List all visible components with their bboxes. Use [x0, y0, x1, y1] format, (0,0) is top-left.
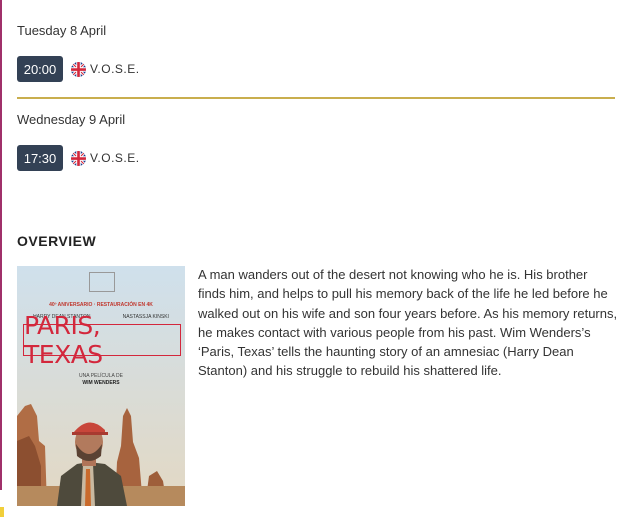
day-label-wednesday: Wednesday 9 April — [17, 112, 126, 127]
showtime-button-2000[interactable]: 20:00 — [17, 56, 63, 82]
poster-film-title: PARIS, TEXAS — [23, 311, 181, 369]
session-row-1: 20:00 V.O.S.E. — [17, 56, 140, 82]
poster-credit-line: UNA PELÍCULA DE — [79, 373, 123, 379]
poster-subtitle: 40º ANIVERSARIO · RESTAURACIÓN EN 4K — [49, 302, 153, 308]
overview-description: A man wanders out of the desert not know… — [198, 267, 618, 379]
language-label: V.O.S.E. — [90, 62, 140, 76]
day-label-tuesday: Tuesday 8 April — [17, 23, 107, 38]
overview-heading: OVERVIEW — [17, 233, 97, 249]
uk-flag-icon — [71, 61, 86, 77]
session-row-2: 17:30 V.O.S.E. — [17, 145, 140, 171]
corner-accent — [0, 507, 4, 517]
poster-director: WIM WENDERS — [82, 380, 120, 386]
language-label: V.O.S.E. — [90, 151, 140, 165]
film-poster: 40º ANIVERSARIO · RESTAURACIÓN EN 4K HAR… — [17, 266, 185, 506]
uk-flag-icon — [71, 150, 86, 166]
divider — [17, 97, 615, 99]
left-accent-bar — [0, 0, 2, 490]
showtime-button-1730[interactable]: 17:30 — [17, 145, 63, 171]
poster-festival-logo — [89, 272, 115, 292]
